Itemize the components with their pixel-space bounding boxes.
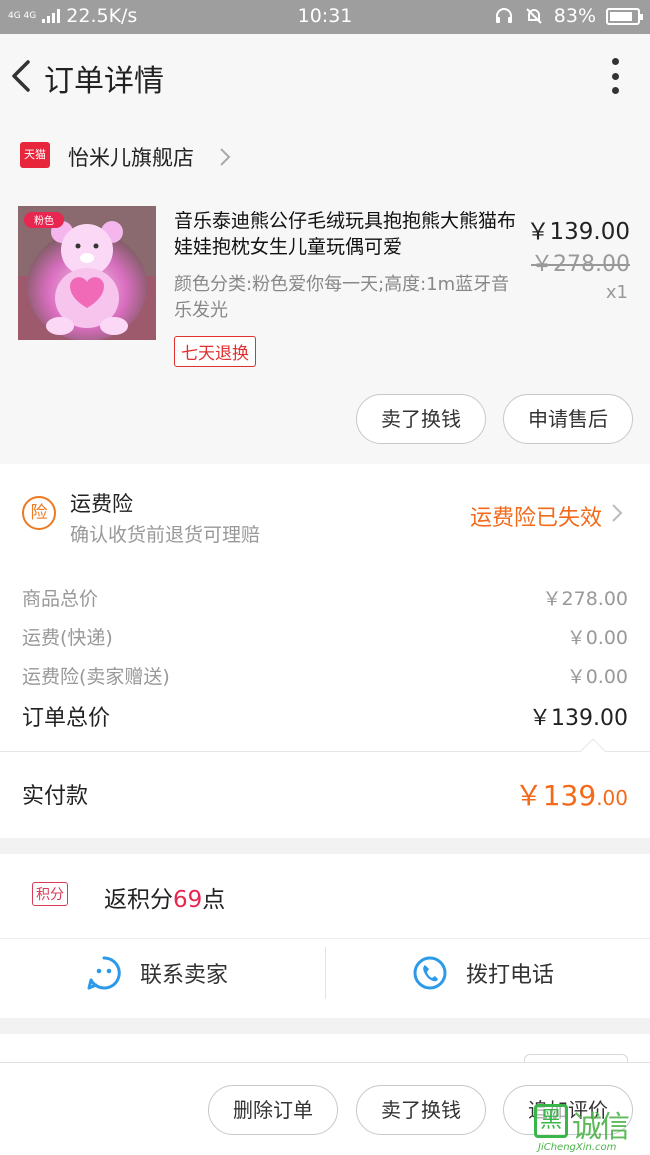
summary-label: 商品总价 [22, 588, 99, 610]
order-total-value: ￥139.00 [529, 706, 628, 731]
back-arrow-icon[interactable] [8, 56, 38, 96]
product-item[interactable]: 粉色 音乐泰迪熊公仔毛绒玩具抱抱熊大熊猫布娃娃抱枕女生儿童玩偶可爱 颜色分类:粉… [0, 196, 650, 464]
site-watermark: 黑 诚信 JiChengXin.com [532, 1098, 650, 1155]
product-price: ￥139.00 [526, 219, 630, 245]
contact-seller-label: 联系卖家 [140, 963, 229, 988]
more-menu-icon[interactable] [610, 58, 620, 94]
points-prefix: 返积分 [104, 887, 173, 913]
battery-percent: 83% [553, 5, 596, 27]
resell-bottom-button[interactable]: 卖了换钱 [356, 1085, 486, 1135]
image-tag: 粉色 [34, 214, 54, 227]
headset-icon [495, 8, 512, 23]
battery-fill [610, 11, 632, 21]
insurance-icon: 险 [22, 496, 56, 530]
chevron-right-icon [220, 148, 231, 166]
status-bar: 4G 4G 22.5K/s 10:31 83% [0, 0, 650, 34]
product-quantity: x1 [605, 282, 628, 303]
summary-row: 运费险(卖家赠送) ￥0.00 [22, 662, 628, 689]
points-row: 积分 返积分69点 [0, 854, 650, 938]
insurance-title: 运费险 [70, 492, 133, 516]
watermark-cn: 诚信 [572, 1110, 630, 1145]
resell-button[interactable]: 卖了换钱 [356, 394, 486, 444]
points-badge: 积分 [32, 882, 68, 906]
battery-icon [606, 7, 643, 25]
summary-label: 运费(快递) [22, 627, 113, 649]
product-title[interactable]: 音乐泰迪熊公仔毛绒玩具抱抱熊大熊猫布娃娃抱枕女生儿童玩偶可爱 [174, 208, 524, 260]
shop-row[interactable]: 天猫 怡米儿旗舰店 [0, 118, 650, 196]
next-section-peek [0, 1034, 650, 1066]
page-title: 订单详情 [44, 64, 164, 99]
summary-row: 商品总价 ￥278.00 [22, 584, 628, 611]
paid-amount: ￥139.00 [515, 774, 628, 814]
points-text: 返积分69点 [104, 880, 225, 914]
call-phone-label: 拨打电话 [466, 963, 555, 988]
shipping-insurance-row[interactable]: 险 运费险 确认收货前退货可理赔 运费险已失效 [0, 464, 650, 558]
product-thumbnail[interactable]: 粉色 [18, 206, 156, 340]
shop-name: 怡米儿旗舰店 [68, 146, 194, 170]
paid-amount-row: 实付款 ￥139.00 [0, 738, 650, 838]
paid-amount-main: ￥139 [514, 779, 597, 812]
phone-icon [413, 956, 447, 990]
summary-row: 运费(快递) ￥0.00 [22, 623, 628, 650]
summary-value: ￥0.00 [566, 627, 628, 649]
paid-label: 实付款 [22, 784, 89, 809]
divider [325, 947, 326, 999]
summary-value: ￥278.00 [542, 588, 628, 610]
contact-bar: 联系卖家 拨打电话 [0, 938, 650, 1018]
status-right: 83% [494, 5, 643, 27]
order-total-row: 订单总价 ￥139.00 [22, 700, 628, 732]
summary-label: 运费险(卖家赠送) [22, 666, 170, 688]
nav-bar: 订单详情 [0, 34, 650, 118]
teddy-bear-image: 粉色 [18, 206, 156, 340]
product-sku: 颜色分类:粉色爱你每一天;高度:1m蓝牙音乐发光 [174, 274, 510, 321]
watermark-en: JiChengXin.com [538, 1142, 617, 1153]
mute-bell-icon [526, 8, 542, 24]
watermark-logo: 黑 [534, 1104, 568, 1138]
price-summary: 商品总价 ￥278.00 运费(快递) ￥0.00 运费险(卖家赠送) ￥0.0… [0, 558, 650, 752]
insurance-subtitle: 确认收货前退货可理赔 [70, 524, 261, 546]
return-policy-tag: 七天退换 [174, 336, 256, 367]
tmall-badge: 天猫 [20, 142, 50, 168]
points-suffix: 点 [202, 887, 226, 913]
call-phone-button[interactable]: 拨打电话 [412, 955, 554, 991]
order-total-label: 订单总价 [22, 706, 111, 731]
insurance-status: 运费险已失效 [469, 506, 602, 531]
chat-face-icon [87, 956, 121, 990]
delete-order-button[interactable]: 删除订单 [208, 1085, 338, 1135]
chevron-right-icon [612, 504, 623, 522]
points-value: 69 [173, 887, 203, 913]
summary-value: ￥0.00 [566, 666, 628, 688]
contact-seller-button[interactable]: 联系卖家 [86, 955, 228, 991]
original-price: ￥278.00 [531, 252, 630, 277]
paid-amount-decimal: .00 [596, 786, 628, 810]
after-sales-button[interactable]: 申请售后 [503, 394, 633, 444]
